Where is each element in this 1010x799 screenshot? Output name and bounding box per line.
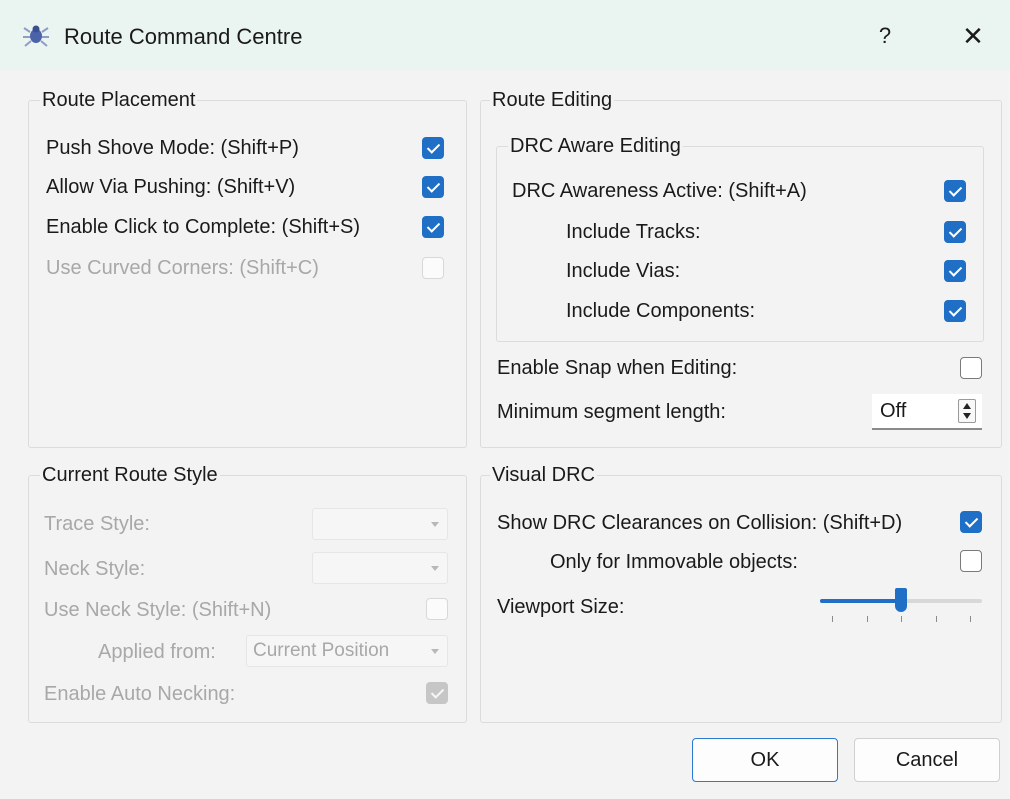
- via-pushing-label: Allow Via Pushing: (Shift+V): [46, 176, 296, 198]
- slider-tick: [970, 616, 971, 622]
- close-button[interactable]: ✕: [950, 18, 996, 54]
- route-editing-title: Route Editing: [490, 89, 615, 112]
- slider-thumb[interactable]: [895, 588, 907, 612]
- cancel-button[interactable]: Cancel: [854, 738, 1000, 782]
- show-clearances-label: Show DRC Clearances on Collision: (Shift…: [497, 512, 903, 534]
- trace-style-select[interactable]: [312, 508, 448, 540]
- chevron-down-icon: [431, 649, 439, 654]
- applied-from-value: Current Position: [253, 640, 390, 661]
- viewport-size-slider[interactable]: [820, 588, 984, 628]
- snap-label: Enable Snap when Editing:: [497, 357, 738, 379]
- applied-from-label: Applied from:: [98, 641, 216, 663]
- viewport-size-label: Viewport Size:: [497, 596, 625, 618]
- snap-checkbox[interactable]: [960, 357, 982, 379]
- include-tracks-label: Include Tracks:: [566, 221, 701, 243]
- spin-up-icon[interactable]: [963, 403, 971, 409]
- slider-tick: [832, 616, 833, 622]
- click-complete-label: Enable Click to Complete: (Shift+S): [46, 216, 361, 238]
- include-vias-checkbox[interactable]: [944, 260, 966, 282]
- min-segment-value: Off: [880, 400, 907, 422]
- drc-active-label: DRC Awareness Active: (Shift+A): [512, 180, 807, 202]
- use-neck-label: Use Neck Style: (Shift+N): [44, 599, 272, 621]
- auto-necking-checkbox[interactable]: [426, 682, 448, 704]
- drc-aware-title: DRC Aware Editing: [508, 135, 683, 158]
- click-complete-checkbox[interactable]: [422, 216, 444, 238]
- slider-tick: [901, 616, 902, 622]
- via-pushing-checkbox[interactable]: [422, 176, 444, 198]
- trace-style-label: Trace Style:: [44, 513, 150, 535]
- visual-drc-title: Visual DRC: [490, 464, 597, 487]
- slider-fill: [820, 599, 901, 603]
- include-components-checkbox[interactable]: [944, 300, 966, 322]
- neck-style-select[interactable]: [312, 552, 448, 584]
- push-shove-checkbox[interactable]: [422, 137, 444, 159]
- app-bug-icon: [23, 25, 49, 47]
- chevron-down-icon: [431, 566, 439, 571]
- dialog-title: Route Command Centre: [64, 24, 303, 49]
- show-clearances-checkbox[interactable]: [960, 511, 982, 533]
- curved-corners-label: Use Curved Corners: (Shift+C): [46, 257, 319, 279]
- include-tracks-checkbox[interactable]: [944, 221, 966, 243]
- route-style-title: Current Route Style: [40, 464, 220, 487]
- immovable-label: Only for Immovable objects:: [550, 551, 798, 573]
- route-placement-title: Route Placement: [40, 89, 198, 112]
- slider-tick: [935, 616, 937, 622]
- immovable-checkbox[interactable]: [960, 550, 982, 572]
- neck-style-label: Neck Style:: [44, 558, 146, 580]
- auto-necking-label: Enable Auto Necking:: [44, 683, 236, 705]
- use-neck-checkbox[interactable]: [426, 598, 448, 620]
- min-segment-spinbox[interactable]: Off: [872, 394, 982, 430]
- help-button[interactable]: ?: [862, 18, 908, 54]
- spin-buttons[interactable]: [958, 399, 976, 423]
- min-segment-label: Minimum segment length:: [497, 401, 726, 423]
- drc-active-checkbox[interactable]: [944, 180, 966, 202]
- chevron-down-icon: [431, 522, 439, 527]
- slider-tick: [866, 616, 868, 622]
- curved-corners-checkbox[interactable]: [422, 257, 444, 279]
- include-components-label: Include Components:: [566, 300, 756, 322]
- include-vias-label: Include Vias:: [566, 260, 681, 282]
- ok-button[interactable]: OK: [692, 738, 838, 782]
- title-bar: Route Command Centre ? ✕: [0, 0, 1010, 70]
- push-shove-label: Push Shove Mode: (Shift+P): [46, 137, 299, 159]
- spin-down-icon[interactable]: [963, 413, 971, 419]
- applied-from-select[interactable]: Current Position: [246, 635, 448, 667]
